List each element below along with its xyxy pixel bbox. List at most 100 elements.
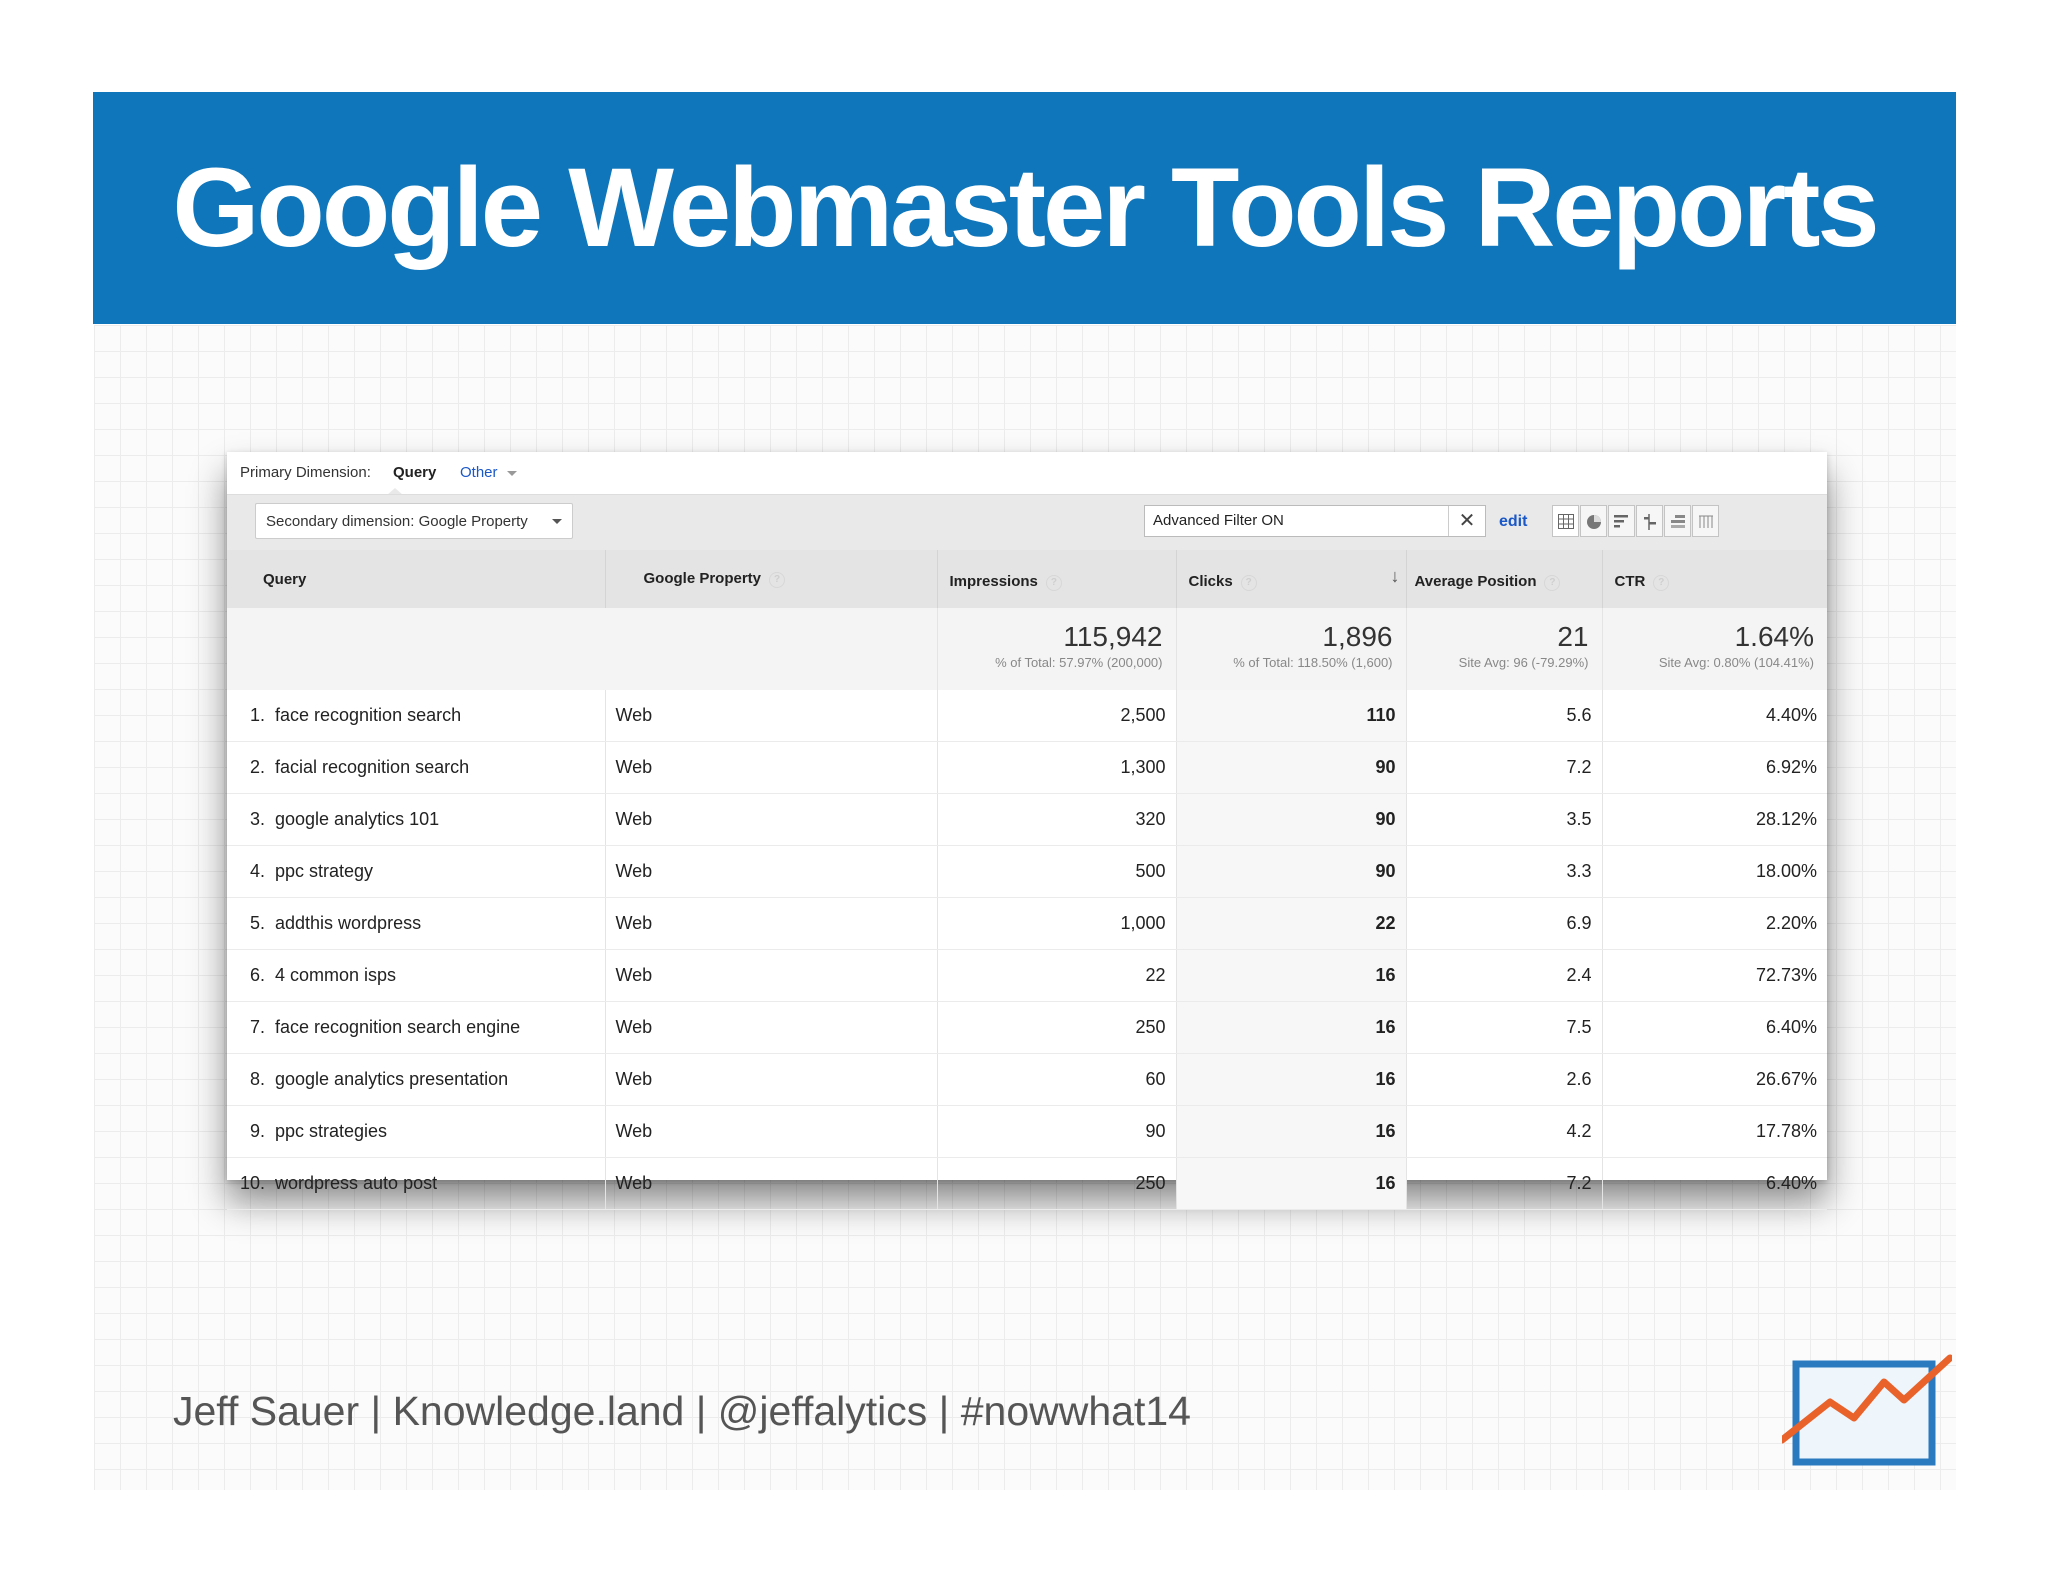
query-cell[interactable]: 2. facial recognition search [227,741,606,794]
query-text[interactable]: addthis wordpress [275,913,421,933]
secondary-dimension-select[interactable]: Secondary dimension: Google Property [255,503,573,539]
clicks-note: % of Total: 118.50% (1,600) [1233,655,1393,670]
summary-spacer [227,608,938,690]
help-icon[interactable]: ? [769,571,786,588]
help-icon[interactable]: ? [1653,574,1670,591]
slide-footer: Jeff Sauer | Knowledge.land | @jeffalyti… [173,1388,1191,1434]
impressions-cell: 90 [937,1105,1177,1158]
summary-position: 21 Site Avg: 96 (-79.29%) [1406,608,1603,690]
term-cloud-view-icon[interactable] [1692,505,1719,537]
primary-dimension-bar: Primary Dimension: Query Other [227,452,1827,495]
query-text[interactable]: ppc strategy [275,861,373,881]
average-position-cell: 2.4 [1406,949,1603,1002]
table-row[interactable]: 6. 4 common isps Web 22 16 2.4 72.73% [227,949,1827,1002]
row-index: 2. [249,757,265,777]
ctr-cell: 72.73% [1602,949,1827,1002]
google-property-cell: Web [605,1053,938,1106]
query-cell[interactable]: 5. addthis wordpress [227,897,606,950]
column-header-google-property[interactable]: Google Property? [605,550,938,608]
ctr-cell: 4.40% [1602,690,1827,742]
query-cell[interactable]: 10. wordpress auto post [227,1157,606,1210]
column-header-ctr[interactable]: CTR? [1602,550,1827,608]
query-cell[interactable]: 3. google analytics 101 [227,793,606,846]
query-text[interactable]: face recognition search engine [275,1017,520,1037]
table-row[interactable]: 2. facial recognition search Web 1,300 90 7.2… [227,741,1827,794]
clicks-cell: 16 [1176,1001,1407,1054]
impressions-cell: 500 [937,845,1177,898]
help-icon[interactable]: ? [1544,574,1561,591]
help-icon[interactable]: ? [1240,574,1257,591]
table-row[interactable]: 9. ppc strategies Web 90 16 4.2 17.78% [227,1105,1827,1158]
impressions-cell: 22 [937,949,1177,1002]
query-text[interactable]: google analytics 101 [275,809,439,829]
table-row[interactable]: 10. wordpress auto post Web 250 16 7.2 6.40% [227,1157,1827,1210]
dimension-other-dropdown[interactable]: Other [460,464,498,481]
row-index: 10. [239,1173,265,1193]
row-index: 4. [249,861,265,881]
google-property-cell: Web [605,897,938,950]
ctr-cell: 6.40% [1602,1157,1827,1210]
impressions-note: % of Total: 57.97% (200,000) [995,655,1163,670]
performance-view-icon[interactable] [1608,505,1635,537]
total-impressions: 115,942 [1063,621,1163,652]
help-icon[interactable]: ? [1045,574,1062,591]
query-text[interactable]: 4 common isps [275,965,396,985]
query-text[interactable]: wordpress auto post [275,1173,437,1193]
secondary-dimension-label: Secondary dimension: Google Property [266,513,528,530]
table-row[interactable]: 7. face recognition search engine Web 250 16… [227,1001,1827,1054]
impressions-cell: 2,500 [937,690,1177,742]
chevron-down-icon [507,471,517,476]
ctr-cell: 28.12% [1602,793,1827,846]
summary-ctr: 1.64% Site Avg: 0.80% (104.41%) [1602,608,1827,690]
column-header-average-position[interactable]: Average Position? [1406,550,1603,608]
pivot-view-icon[interactable] [1664,505,1691,537]
table-row[interactable]: 4. ppc strategy Web 500 90 3.3 18.00% [227,845,1827,898]
dimension-query-link[interactable]: Query [393,464,436,481]
title-banner: Google Webmaster Tools Reports [93,92,1956,324]
pie-view-icon[interactable] [1580,505,1607,537]
comparison-view-icon[interactable] [1636,505,1663,537]
primary-dimension-label: Primary Dimension: [240,464,371,481]
table-row[interactable]: 5. addthis wordpress Web 1,000 22 6.9 2.20% [227,897,1827,950]
total-average-position: 21 [1557,621,1589,652]
advanced-filter-field[interactable]: Advanced Filter ON ✕ [1144,505,1486,537]
ctr-cell: 26.67% [1602,1053,1827,1106]
ctr-cell: 18.00% [1602,845,1827,898]
summary-row: 115,942 % of Total: 57.97% (200,000) 1,8… [227,608,1827,690]
table-row[interactable]: 8. google analytics presentation Web 60 16 2.… [227,1053,1827,1106]
ctr-cell: 17.78% [1602,1105,1827,1158]
query-cell[interactable]: 9. ppc strategies [227,1105,606,1158]
query-cell[interactable]: 7. face recognition search engine [227,1001,606,1054]
column-header-impressions[interactable]: Impressions? [937,550,1177,608]
query-text[interactable]: google analytics presentation [275,1069,508,1089]
column-header-query[interactable]: Query [227,550,606,608]
impressions-cell: 1,000 [937,897,1177,950]
table-row[interactable]: 3. google analytics 101 Web 320 90 3.5 28.12% [227,793,1827,846]
clicks-cell: 16 [1176,1157,1407,1210]
table-view-icon[interactable] [1552,505,1579,537]
close-icon[interactable]: ✕ [1448,506,1485,536]
average-position-cell: 7.2 [1406,1157,1603,1210]
average-position-cell: 4.2 [1406,1105,1603,1158]
ctr-cell: 6.92% [1602,741,1827,794]
query-cell[interactable]: 4. ppc strategy [227,845,606,898]
impressions-cell: 60 [937,1053,1177,1106]
row-index: 7. [249,1017,265,1037]
clicks-cell: 90 [1176,793,1407,846]
table-row[interactable]: 1. face recognition search Web 2,500 110 5.6 4… [227,690,1827,742]
query-text[interactable]: facial recognition search [275,757,469,777]
edit-filter-link[interactable]: edit [1499,513,1527,531]
row-index: 3. [249,809,265,829]
query-cell[interactable]: 6. 4 common isps [227,949,606,1002]
summary-impressions: 115,942 % of Total: 57.97% (200,000) [937,608,1177,690]
table-toolbar: Secondary dimension: Google Property Adv… [227,494,1827,551]
ctr-cell: 6.40% [1602,1001,1827,1054]
query-text[interactable]: ppc strategies [275,1121,387,1141]
google-property-cell: Web [605,1105,938,1158]
query-cell[interactable]: 1. face recognition search [227,690,606,742]
query-cell[interactable]: 8. google analytics presentation [227,1053,606,1106]
report-panel: Primary Dimension: Query Other Secondary… [227,452,1827,1210]
query-text[interactable]: face recognition search [275,705,461,725]
impressions-cell: 250 [937,1157,1177,1210]
column-header-clicks[interactable]: Clicks? ↓ [1176,550,1407,608]
